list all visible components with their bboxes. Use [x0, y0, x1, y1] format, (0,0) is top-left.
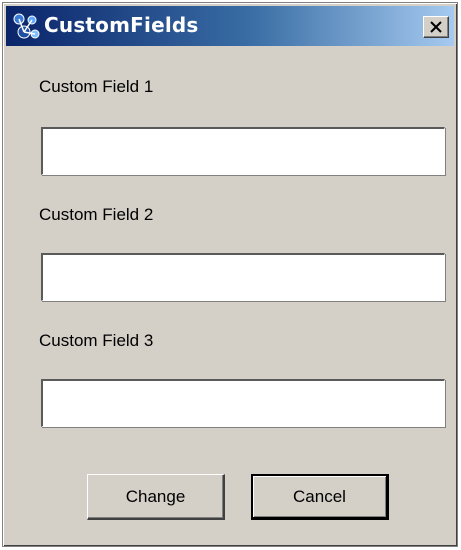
custom-field-3-input[interactable] [41, 379, 445, 427]
change-button[interactable]: Change [87, 474, 225, 520]
title-bar[interactable]: CustomFields [6, 6, 454, 46]
cancel-button[interactable]: Cancel [251, 474, 389, 520]
customfields-dialog: CustomFields Custom Field 1 Custom Field… [2, 2, 458, 547]
custom-field-2-label: Custom Field 2 [39, 205, 154, 224]
app-icon [10, 10, 42, 42]
custom-field-2-input[interactable] [41, 253, 445, 301]
window-title: CustomFields [44, 13, 199, 37]
close-button[interactable] [423, 16, 449, 38]
custom-field-3-label: Custom Field 3 [39, 331, 154, 350]
custom-field-1-label: Custom Field 1 [39, 77, 154, 96]
custom-field-1-input[interactable] [41, 127, 445, 175]
close-icon [430, 21, 442, 33]
